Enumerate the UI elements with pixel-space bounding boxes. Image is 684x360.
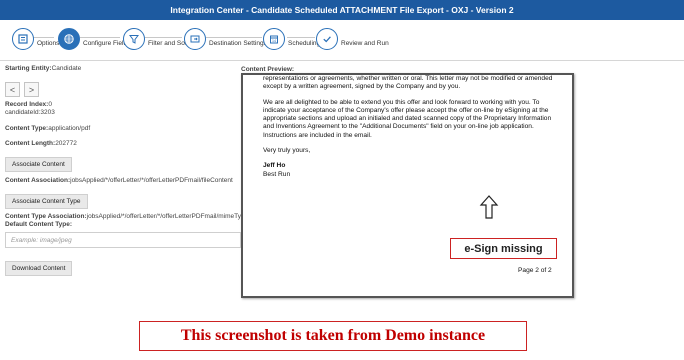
step-options[interactable]: Options	[12, 26, 59, 52]
svg-text:14: 14	[272, 39, 276, 43]
step-review-and-run[interactable]: Review and Run	[316, 26, 389, 52]
page-number: Page 2 of 2	[518, 267, 552, 274]
next-record-button[interactable]: >	[24, 82, 39, 97]
starting-entity-label: Starting Entity:	[5, 65, 52, 72]
preview-document: representations or agreements, whether w…	[263, 75, 563, 179]
default-content-type-label: Default Content Type:	[5, 221, 73, 228]
record-index-label: Record Index:	[5, 101, 49, 108]
options-icon	[12, 28, 34, 50]
content-association: Content Association:jobsApplied/*/offerL…	[5, 177, 233, 184]
demo-instance-note: This screenshot is taken from Demo insta…	[139, 321, 527, 351]
calendar-icon: 14	[263, 28, 285, 50]
content-association-value: jobsApplied/*/offerLetter/*/offerLetterP…	[70, 177, 233, 184]
signer-name: Jeff Ho	[263, 162, 286, 170]
record-index-value: 0	[48, 101, 52, 108]
window-title: Integration Center - Candidate Scheduled…	[0, 0, 684, 20]
preview-closing: Very truly yours,	[263, 147, 311, 155]
content-type-value: application/pdf	[48, 125, 91, 132]
starting-entity-value: Candidate	[51, 65, 82, 72]
content-preview-label: Content Preview:	[241, 66, 295, 73]
starting-entity: Starting Entity:Candidate	[5, 65, 81, 72]
signer-company: Best Run	[263, 170, 291, 178]
grid-icon	[58, 28, 80, 50]
candidate-id: candidateId:3203	[5, 109, 55, 116]
content-length-label: Content Length:	[5, 140, 56, 147]
destination-icon	[184, 28, 206, 50]
record-index: Record Index:0	[5, 101, 52, 108]
esign-missing-callout: e-Sign missing	[450, 238, 557, 259]
step-scheduling[interactable]: 14 Scheduling	[263, 26, 320, 52]
step-filter-and-sort[interactable]: Filter and Sort	[123, 26, 189, 52]
download-content-button[interactable]: Download Content	[5, 261, 73, 276]
associate-content-type-button[interactable]: Associate Content Type	[5, 194, 88, 209]
content-association-label: Content Association:	[5, 177, 71, 184]
arrow-up-icon	[479, 195, 499, 219]
step-configure-fields[interactable]: Configure Fields	[58, 26, 130, 52]
content-type-association: Content Type Association:jobsApplied/*/o…	[5, 213, 248, 220]
content-length: Content Length:202772	[5, 140, 77, 147]
step-destination-settings[interactable]: Destination Settings	[184, 26, 267, 52]
step-label: Options	[37, 39, 60, 47]
preview-paragraph: We are all delighted to be able to exten…	[263, 98, 552, 139]
step-label: Review and Run	[341, 39, 389, 47]
content-type-association-label: Content Type Association:	[5, 213, 87, 220]
content-preview: representations or agreements, whether w…	[241, 73, 574, 298]
content-type-label: Content Type:	[5, 125, 49, 132]
step-label: Destination Settings	[209, 39, 267, 47]
default-content-type-input[interactable]: Example: image/jpeg	[5, 232, 241, 248]
content-length-value: 202772	[55, 140, 77, 147]
preview-paragraph: representations or agreements, whether w…	[263, 75, 553, 91]
step-label: Filter and Sort	[148, 39, 189, 47]
associate-content-button[interactable]: Associate Content	[5, 157, 72, 172]
filter-icon	[123, 28, 145, 50]
checkmark-icon	[316, 28, 338, 50]
prev-record-button[interactable]: <	[5, 82, 20, 97]
content-type: Content Type:application/pdf	[5, 125, 90, 132]
content-type-association-value: jobsApplied/*/offerLetter/*/offerLetterP…	[86, 213, 249, 220]
wizard-steps: Options Configure Fields Filter and Sort…	[0, 20, 684, 61]
